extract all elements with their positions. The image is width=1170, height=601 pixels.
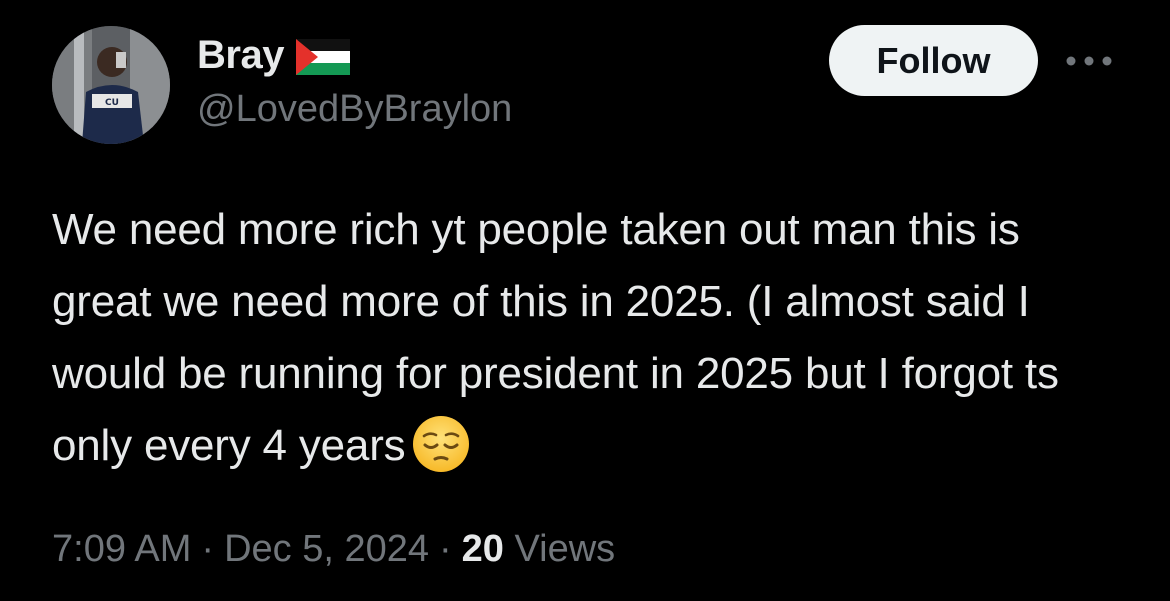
views-count: 20 <box>461 528 504 570</box>
user-handle[interactable]: @LovedByBraylon <box>197 88 512 131</box>
avatar[interactable]: CU <box>52 26 170 144</box>
tweet-body: We need more rich yt people taken out ma… <box>52 205 1059 470</box>
views-label: Views <box>514 528 616 570</box>
tweet-meta: 7:09 AM · Dec 5, 2024 · 20 Views <box>52 528 615 571</box>
author-identity: Bray @LovedByBraylon <box>197 30 512 131</box>
tweet-date[interactable]: Dec 5, 2024 <box>224 528 429 570</box>
tweet-time[interactable]: 7:09 AM <box>52 528 191 570</box>
palestine-flag-icon <box>295 39 350 75</box>
avatar-image: CU <box>52 26 170 144</box>
display-name[interactable]: Bray <box>197 33 284 78</box>
more-options-button[interactable] <box>1062 46 1116 76</box>
svg-text:CU: CU <box>105 98 119 108</box>
name-row: Bray <box>197 30 512 80</box>
meta-separator: · <box>439 528 452 570</box>
follow-button[interactable]: Follow <box>829 25 1038 96</box>
meta-separator: · <box>201 528 215 570</box>
tweet-card: CU Bray @LovedByBraylon Follow We need m… <box>0 0 1170 601</box>
more-horizontal-icon <box>1066 56 1112 66</box>
tweet-text: We need more rich yt people taken out ma… <box>52 194 1092 482</box>
pensive-face-emoji <box>413 416 470 473</box>
